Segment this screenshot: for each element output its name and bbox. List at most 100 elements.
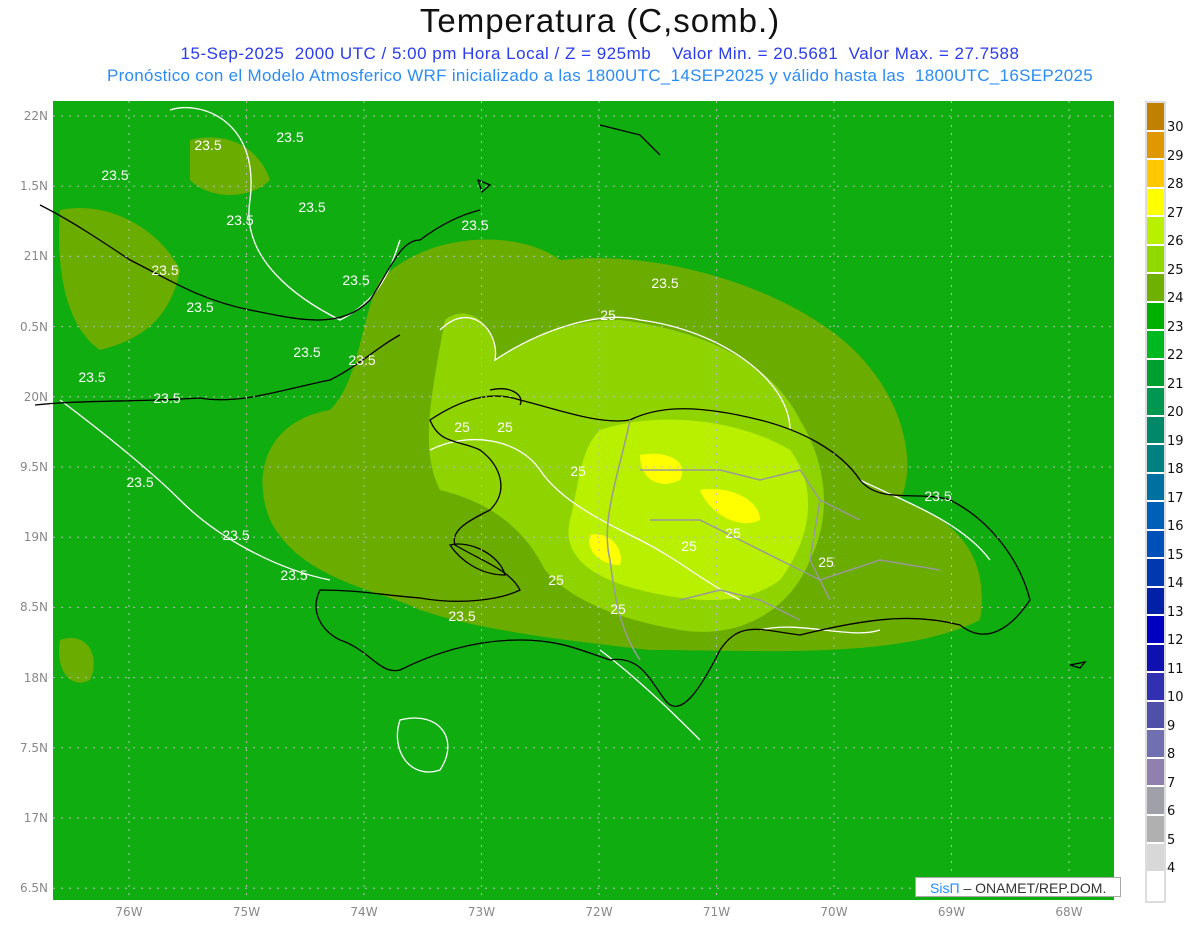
colorbar-swatch bbox=[1147, 473, 1164, 502]
contour-label: 23.5 bbox=[348, 352, 375, 368]
lat-label: 6.5N bbox=[19, 881, 48, 896]
contour-label: 23.5 bbox=[78, 369, 105, 385]
lat-label: 21N bbox=[23, 249, 48, 264]
colorbar-swatch bbox=[1147, 217, 1164, 246]
colorbar-swatch bbox=[1147, 559, 1164, 588]
lat-label: 7.5N bbox=[19, 740, 48, 755]
lat-label: 18N bbox=[23, 670, 48, 685]
colorbar-label: 16 bbox=[1167, 519, 1184, 534]
colorbar-swatch bbox=[1147, 787, 1164, 816]
colorbar-swatch bbox=[1147, 445, 1164, 474]
colorbar-label: 19 bbox=[1167, 433, 1184, 449]
lon-label: 71W bbox=[702, 905, 731, 919]
colorbar-label: 15 bbox=[1167, 547, 1184, 563]
contour-label: 23.5 bbox=[342, 272, 369, 288]
contour-label: 25 bbox=[570, 463, 586, 479]
colorbar-swatch bbox=[1147, 188, 1164, 217]
colorbar-label: 8 bbox=[1167, 747, 1176, 762]
colorbar-label: 9 bbox=[1167, 718, 1176, 734]
contour-label: 25 bbox=[818, 554, 834, 570]
colorbar-label: 27 bbox=[1167, 205, 1184, 221]
colorbar-label: 6 bbox=[1167, 804, 1176, 819]
colorbar-swatch bbox=[1147, 245, 1164, 274]
colorbar-label: 26 bbox=[1167, 234, 1184, 249]
contour-label: 25 bbox=[454, 419, 470, 435]
colorbar-label: 18 bbox=[1167, 462, 1184, 477]
colorbar-swatch bbox=[1147, 359, 1164, 388]
colorbar-label: 4 bbox=[1167, 861, 1176, 876]
colorbar-swatch bbox=[1147, 644, 1164, 673]
colorbar-swatch bbox=[1147, 388, 1164, 417]
colorbar-swatch bbox=[1147, 701, 1164, 730]
colorbar-label: 11 bbox=[1167, 661, 1184, 677]
colorbar-swatch bbox=[1147, 815, 1164, 844]
contour-label: 25 bbox=[725, 525, 741, 541]
colorbar-label: 21 bbox=[1167, 376, 1184, 392]
contour-label: 25 bbox=[497, 419, 513, 435]
colorbar-label: 23 bbox=[1167, 319, 1184, 335]
lat-label: 20N bbox=[23, 389, 48, 404]
colorbar-label: 29 bbox=[1167, 148, 1184, 164]
colorbar-label: 12 bbox=[1167, 633, 1184, 648]
contour-label: 25 bbox=[610, 601, 626, 617]
lat-label: 9.5N bbox=[19, 460, 48, 474]
colorbar-swatch bbox=[1147, 730, 1164, 759]
colorbar-swatch bbox=[1147, 872, 1164, 901]
colorbar-label: 10 bbox=[1167, 690, 1184, 705]
contour-label: 23.5 bbox=[226, 212, 253, 228]
colorbar-label: 17 bbox=[1167, 490, 1184, 506]
contour-label: 23.5 bbox=[448, 608, 475, 624]
credit-box: SisΠ – ONAMET/REP.DOM. bbox=[915, 877, 1121, 897]
contour-label: 23.5 bbox=[293, 344, 320, 360]
contour-label: 25 bbox=[681, 538, 697, 554]
colorbar-swatch bbox=[1147, 103, 1164, 132]
sispi-logo: SisΠ bbox=[930, 880, 960, 896]
lon-label: 75W bbox=[232, 905, 261, 919]
contour-label: 23.5 bbox=[101, 167, 128, 183]
lon-label: 69W bbox=[937, 905, 966, 919]
lat-label: 19N bbox=[23, 530, 48, 545]
contour-label: 23.5 bbox=[651, 275, 678, 291]
colorbar-swatch bbox=[1147, 844, 1164, 873]
colorbar-label: 20 bbox=[1167, 405, 1184, 420]
lat-label: 1.5N bbox=[19, 179, 48, 194]
colorbar-swatch bbox=[1147, 160, 1164, 189]
colorbar-label: 24 bbox=[1167, 291, 1184, 306]
contour-label: 23.5 bbox=[461, 217, 488, 233]
lon-label: 72W bbox=[585, 905, 613, 919]
contour-label: 23.5 bbox=[186, 299, 213, 315]
lat-label: 0.5N bbox=[19, 319, 48, 334]
contour-label: 23.5 bbox=[126, 474, 153, 490]
colorbar-swatch bbox=[1147, 502, 1164, 531]
lon-label: 70W bbox=[820, 905, 848, 919]
colorbar-swatch bbox=[1147, 331, 1164, 360]
colorbar-swatch bbox=[1147, 530, 1164, 559]
contour-label: 23.5 bbox=[153, 390, 180, 406]
lat-label: 8.5N bbox=[19, 600, 48, 615]
lon-label: 68W bbox=[1055, 905, 1083, 919]
colorbar-label: 5 bbox=[1167, 832, 1176, 848]
colorbar-label: 22 bbox=[1167, 348, 1184, 363]
contour-label: 23.5 bbox=[298, 199, 325, 215]
colorbar-swatch bbox=[1147, 131, 1164, 160]
colorbar-swatch bbox=[1147, 616, 1164, 645]
colorbar-label: 13 bbox=[1167, 604, 1184, 620]
contour-label: 25 bbox=[548, 572, 564, 588]
shading-26-27 bbox=[568, 419, 809, 600]
colorbar bbox=[1145, 101, 1166, 903]
contour-label: 23.5 bbox=[276, 129, 303, 145]
colorbar-label: 28 bbox=[1167, 177, 1184, 192]
lon-label: 76W bbox=[115, 905, 143, 919]
lon-label: 74W bbox=[350, 905, 378, 919]
credit-text: – ONAMET/REP.DOM. bbox=[959, 880, 1107, 896]
lat-label: 22N bbox=[23, 109, 48, 123]
colorbar-swatch bbox=[1147, 302, 1164, 331]
contour-label: 23.5 bbox=[151, 262, 178, 278]
colorbar-swatch bbox=[1147, 758, 1164, 787]
contour-label: 23.5 bbox=[194, 137, 221, 153]
lat-label: 17N bbox=[23, 811, 48, 825]
temperature-map: 23.5 23.5 23.5 23.5 23.5 23.5 23.5 23.5 23.5 23.5… bbox=[34, 101, 1114, 900]
colorbar-swatch bbox=[1147, 587, 1164, 616]
colorbar-swatch bbox=[1147, 673, 1164, 702]
contour-label: 25 bbox=[600, 307, 616, 323]
